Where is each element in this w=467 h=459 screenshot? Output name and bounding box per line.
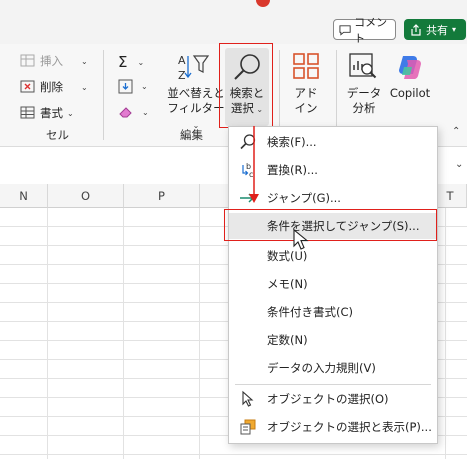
delete-label: 削除: [40, 80, 63, 94]
column-header-n[interactable]: N: [0, 184, 48, 208]
column-header-o[interactable]: O: [48, 184, 124, 208]
cells-group-label: セル: [46, 128, 69, 142]
clear-button[interactable]: ⌄: [118, 105, 149, 119]
share-label: 共有: [426, 23, 448, 37]
menu-item-constants[interactable]: 定数(N): [229, 327, 437, 353]
insert-icon: [20, 54, 35, 67]
sort-filter-icon: A Z: [178, 54, 210, 82]
menu-item-conditional-formatting[interactable]: 条件付き書式(C): [229, 299, 437, 325]
data-analysis-label-2: 分析: [352, 101, 376, 115]
addins-icon: [293, 53, 319, 79]
column-header-p[interactable]: P: [124, 184, 200, 208]
fill-down-icon: [118, 79, 133, 94]
format-cells-button[interactable]: 書式 ⌄: [20, 105, 74, 121]
addins-label-1: アド: [294, 86, 318, 100]
svg-text:A: A: [178, 54, 186, 67]
addins-button[interactable]: [292, 52, 320, 83]
menu-item-label: ジャンプ(G)...: [267, 191, 341, 205]
copilot-button[interactable]: [395, 52, 425, 85]
record-indicator-icon: [256, 0, 270, 7]
pointer-icon: [242, 390, 254, 407]
red-arrow-icon: [249, 126, 259, 203]
menu-item-label: 検索(F)...: [267, 135, 317, 149]
mouse-cursor-icon: [293, 229, 309, 250]
copilot-icon: [399, 56, 421, 79]
menu-item-label: オブジェクトの選択(O): [267, 392, 389, 406]
eraser-icon: [119, 107, 132, 118]
share-button[interactable]: 共有 ▾: [404, 19, 466, 40]
comment-button[interactable]: コメント: [333, 16, 396, 45]
format-label: 書式: [40, 106, 63, 120]
data-analysis-icon: [349, 53, 377, 79]
menu-item-label: メモ(N): [267, 277, 308, 291]
chevron-down-icon: ▾: [452, 25, 457, 34]
menu-item-label: 置換(R)...: [267, 163, 318, 177]
sort-filter-button[interactable]: A Z: [176, 52, 212, 85]
editing-group-label: 編集: [180, 128, 203, 142]
find-select-highlight: [219, 43, 273, 128]
column-header-t[interactable]: T: [434, 184, 467, 208]
menu-item-label: データの入力規則(V): [267, 361, 376, 375]
title-bar: コメント 共有 ▾: [0, 0, 467, 45]
delete-cells-button[interactable]: 削除 ⌄: [20, 79, 88, 95]
sum-icon: Σ: [118, 53, 128, 71]
menu-item-data-validation[interactable]: データの入力規則(V): [229, 355, 437, 381]
menu-separator: [235, 384, 431, 385]
insert-label: 挿入: [40, 54, 63, 68]
goto-special-highlight: [224, 209, 437, 241]
formula-bar-expand-icon[interactable]: ⌄: [455, 159, 463, 170]
insert-cells-button[interactable]: 挿入 ⌄: [20, 53, 88, 69]
menu-item-formulas[interactable]: 数式(U): [229, 243, 437, 269]
selection-pane-icon: [240, 419, 256, 435]
svg-text:Z: Z: [178, 69, 186, 82]
menu-item-notes[interactable]: メモ(N): [229, 271, 437, 297]
menu-item-selection-pane[interactable]: オブジェクトの選択と表示(P)...: [229, 414, 437, 440]
addins-label-2: イン: [294, 101, 318, 115]
delete-icon: [20, 80, 35, 93]
sort-filter-label-2: フィルター: [167, 101, 225, 115]
data-analysis-button[interactable]: [348, 52, 378, 85]
comment-label: コメント: [354, 15, 388, 45]
format-icon: [20, 106, 35, 119]
menu-item-label: オブジェクトの選択と表示(P)...: [267, 420, 432, 434]
menu-item-label: 条件付き書式(C): [267, 305, 354, 319]
ribbon-collapse-icon[interactable]: ⌃: [452, 126, 460, 137]
menu-item-select-objects[interactable]: オブジェクトの選択(O): [229, 386, 437, 412]
fill-button[interactable]: ⌄: [118, 79, 148, 94]
autosum-button[interactable]: Σ ⌄: [118, 53, 144, 71]
share-icon: [411, 23, 421, 36]
comment-icon: [339, 24, 351, 36]
data-analysis-label-1: データ: [346, 86, 382, 100]
copilot-label: Copilot: [389, 86, 431, 100]
menu-item-label: 定数(N): [267, 333, 308, 347]
